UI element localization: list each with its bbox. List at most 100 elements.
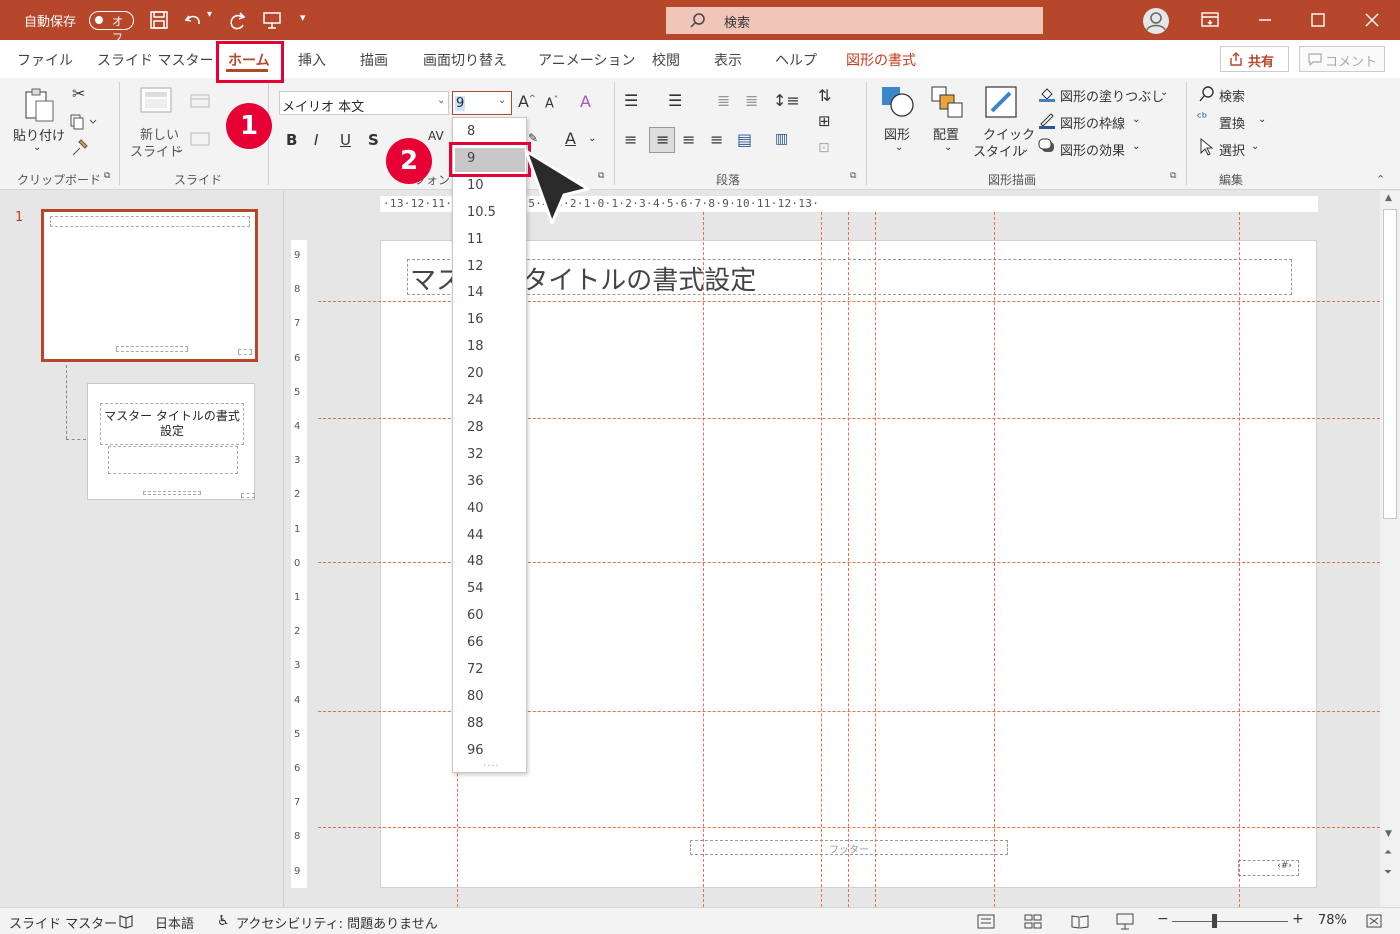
- bullets-icon[interactable]: ☰: [624, 91, 638, 110]
- previous-slide-icon[interactable]: ⏶: [1384, 847, 1392, 858]
- zoom-out-icon[interactable]: −: [1157, 911, 1169, 927]
- tab-shape-format[interactable]: 図形の書式: [846, 50, 916, 70]
- shape-fill-dropdown-icon[interactable]: ⌄: [1160, 87, 1168, 98]
- tab-transitions[interactable]: 画面切り替え: [423, 50, 507, 70]
- clipboard-launcher-icon[interactable]: ⧉: [104, 171, 110, 181]
- find-icon[interactable]: [1198, 85, 1216, 103]
- guide-vertical[interactable]: [875, 212, 876, 907]
- arrange-label[interactable]: 配置: [933, 124, 959, 143]
- shape-effects-label[interactable]: 図形の効果: [1060, 140, 1125, 159]
- autosave-toggle[interactable]: オフ: [89, 11, 134, 44]
- select-dropdown-icon[interactable]: ⌄: [1251, 141, 1259, 152]
- new-slide-dropdown-icon[interactable]: ⌄: [176, 144, 184, 155]
- comment-button[interactable]: コメント: [1299, 46, 1385, 72]
- line-spacing-icon[interactable]: ↕≡: [773, 91, 800, 110]
- tab-slide-master[interactable]: スライド マスター: [97, 50, 213, 70]
- font-size-option[interactable]: 80: [467, 689, 484, 704]
- thumbnail-layout[interactable]: マスター タイトルの書式設定: [87, 383, 255, 500]
- font-color-dropdown-icon[interactable]: ⌄: [588, 133, 596, 144]
- font-size-option[interactable]: 10.5: [467, 205, 496, 220]
- font-size-option[interactable]: 16: [467, 312, 484, 327]
- justify-icon[interactable]: ≡: [710, 130, 723, 149]
- font-size-option[interactable]: 28: [467, 420, 484, 435]
- font-size-option[interactable]: 96: [467, 743, 484, 758]
- shape-outline-label[interactable]: 図形の枠線: [1060, 113, 1125, 132]
- resize-grip-icon[interactable]: ····: [483, 761, 500, 772]
- scroll-up-icon[interactable]: ▲: [1385, 193, 1392, 203]
- font-color-icon[interactable]: A: [565, 129, 576, 148]
- arrange-dropdown-icon[interactable]: ⌄: [944, 142, 952, 153]
- select-label[interactable]: 選択: [1219, 140, 1245, 159]
- share-button[interactable]: 共有: [1220, 46, 1289, 72]
- fit-slide-icon[interactable]: [1365, 913, 1383, 929]
- arrange-icon[interactable]: [930, 85, 964, 119]
- align-center-button[interactable]: ≡: [649, 127, 675, 153]
- new-slide-icon[interactable]: [140, 86, 174, 118]
- save-icon[interactable]: [149, 10, 169, 30]
- font-size-option[interactable]: 14: [467, 285, 484, 300]
- undo-dropdown-icon[interactable]: ▾: [207, 9, 212, 20]
- guide-vertical[interactable]: [703, 212, 704, 907]
- quick-styles-icon[interactable]: [984, 85, 1020, 121]
- minimize-icon[interactable]: [1258, 18, 1272, 22]
- font-size-option[interactable]: 40: [467, 501, 484, 516]
- font-size-option[interactable]: 11: [467, 232, 484, 247]
- decrease-indent-icon[interactable]: ≣: [717, 91, 730, 110]
- font-size-option[interactable]: 8: [467, 124, 475, 139]
- shape-fill-label[interactable]: 図形の塗りつぶし: [1060, 86, 1164, 105]
- italic-icon[interactable]: I: [314, 131, 318, 149]
- shapes-icon[interactable]: [880, 85, 916, 119]
- replace-label[interactable]: 置換: [1219, 113, 1245, 132]
- shape-fill-icon[interactable]: [1038, 85, 1056, 103]
- tab-draw[interactable]: 描画: [360, 50, 388, 70]
- delete-slide-icon[interactable]: [190, 132, 210, 146]
- quick-styles-dropdown-icon[interactable]: ⌄: [1021, 144, 1029, 155]
- guide-vertical[interactable]: [821, 212, 822, 907]
- font-size-option[interactable]: 54: [467, 581, 484, 596]
- guide-vertical[interactable]: [994, 212, 995, 907]
- user-avatar-icon[interactable]: [1142, 7, 1170, 35]
- shape-effects-dropdown-icon[interactable]: ⌄: [1132, 141, 1140, 152]
- underline-icon[interactable]: U: [340, 131, 351, 149]
- find-label[interactable]: 検索: [1219, 86, 1245, 105]
- maximize-icon[interactable]: [1311, 13, 1325, 27]
- undo-icon[interactable]: [183, 10, 203, 30]
- zoom-slider-track[interactable]: [1172, 921, 1288, 922]
- text-direction-icon[interactable]: ⇅: [818, 86, 831, 105]
- vertical-scrollbar[interactable]: ▲ ▼ ⏶ ⏷: [1380, 191, 1400, 907]
- next-slide-icon[interactable]: ⏷: [1384, 867, 1392, 878]
- new-slide-label-2[interactable]: スライド: [130, 141, 182, 160]
- font-size-option[interactable]: 72: [467, 662, 484, 677]
- zoom-slider-thumb[interactable]: [1212, 914, 1217, 928]
- guide-vertical[interactable]: [1239, 212, 1240, 907]
- font-size-option[interactable]: 20: [467, 366, 484, 381]
- page-number-placeholder[interactable]: ‹#›: [1238, 860, 1299, 876]
- customize-qat-icon[interactable]: ▾: [300, 11, 306, 24]
- footer-placeholder[interactable]: フッター: [690, 840, 1008, 856]
- paragraph-launcher-icon[interactable]: ⧉: [850, 171, 856, 181]
- font-size-value[interactable]: 9: [455, 96, 466, 111]
- search-box[interactable]: 検索: [666, 7, 1043, 34]
- copy-icon[interactable]: [70, 114, 98, 130]
- numbering-icon[interactable]: ☰: [668, 91, 682, 110]
- font-size-option[interactable]: 12: [467, 259, 484, 274]
- accessibility-icon[interactable]: ♿: [217, 913, 230, 929]
- paste-icon[interactable]: [22, 86, 56, 124]
- format-painter-icon[interactable]: [70, 138, 90, 158]
- font-size-option[interactable]: 88: [467, 716, 484, 731]
- tab-animations[interactable]: アニメーション: [538, 50, 635, 70]
- font-size-option[interactable]: 10: [467, 178, 484, 193]
- scroll-thumb[interactable]: [1383, 209, 1397, 519]
- guide-horizontal[interactable]: [318, 827, 1380, 828]
- present-icon[interactable]: [262, 10, 282, 30]
- replace-icon[interactable]: ᶜᵇ: [1197, 111, 1207, 126]
- columns-icon[interactable]: ▥: [775, 131, 788, 147]
- font-size-option[interactable]: 18: [467, 339, 484, 354]
- shape-effects-icon[interactable]: [1038, 138, 1056, 154]
- shape-outline-dropdown-icon[interactable]: ⌄: [1132, 114, 1140, 125]
- font-size-select[interactable]: 9 ⌄: [452, 91, 512, 115]
- thumbnail-master[interactable]: [41, 209, 258, 362]
- reading-view-icon[interactable]: [1071, 914, 1089, 929]
- slideshow-icon[interactable]: [1116, 913, 1134, 930]
- layout-icon[interactable]: [190, 94, 210, 108]
